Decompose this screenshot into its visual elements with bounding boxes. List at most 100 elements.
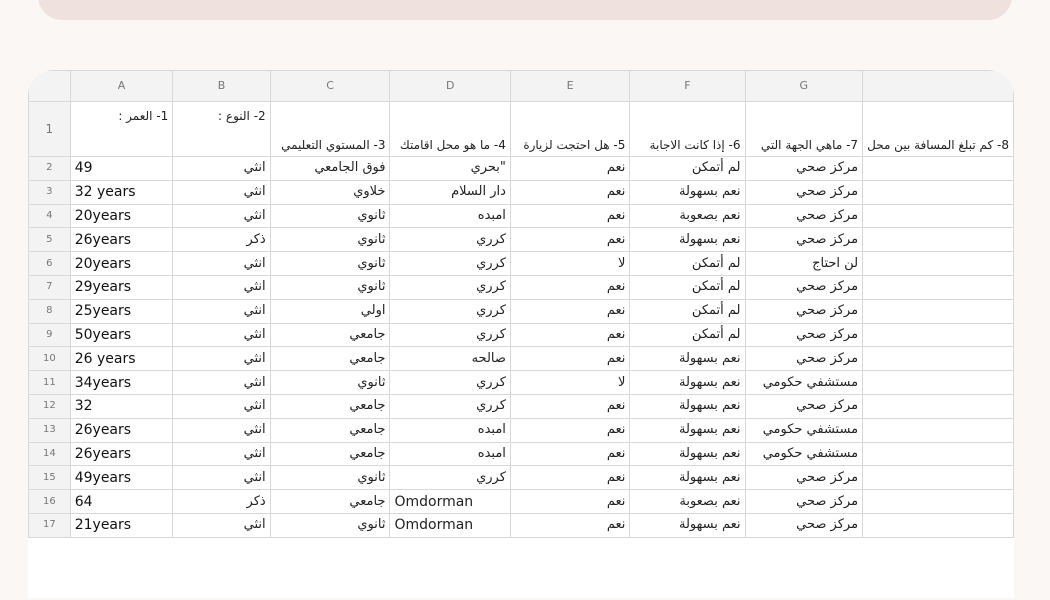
cell-f[interactable]: نعم بسهولة <box>629 227 746 253</box>
cell-f[interactable]: نعم بصعوبة <box>629 489 746 514</box>
cell-f[interactable]: نعم بسهولة <box>629 346 746 372</box>
cell-e[interactable]: نعم <box>509 393 631 419</box>
cell-c[interactable]: جامعي <box>269 322 391 348</box>
cell-a[interactable]: 20years <box>69 203 174 229</box>
cell-a[interactable]: 26years <box>69 227 174 253</box>
cell-b[interactable]: انثي <box>172 370 271 395</box>
cell-e[interactable]: نعم <box>509 512 631 538</box>
cell-b[interactable]: انثي <box>172 156 271 181</box>
cell-b[interactable]: انثي <box>172 251 271 276</box>
cell-f[interactable]: لم أتمكن <box>629 322 746 348</box>
row-header[interactable]: 5 <box>28 227 71 253</box>
cell-e[interactable]: نعم <box>509 156 631 181</box>
cell-b[interactable]: ذكر <box>172 227 271 253</box>
cell-b[interactable]: انثي <box>172 441 271 467</box>
cell-c[interactable]: فوق الجامعي <box>269 156 391 181</box>
cell-a1[interactable]: 1- العمر : <box>69 101 174 157</box>
row-header-1[interactable]: 1 <box>28 101 71 157</box>
cell-c[interactable]: جامعي <box>269 417 391 443</box>
cell-c[interactable]: جامعي <box>269 489 391 514</box>
cell-a[interactable]: 25years <box>69 298 174 324</box>
column-header-g[interactable]: G <box>744 70 864 102</box>
cell-c[interactable]: ثانوي <box>269 251 391 276</box>
cell-h[interactable] <box>862 298 1014 324</box>
row-header[interactable]: 17 <box>28 512 71 538</box>
cell-e[interactable]: نعم <box>509 179 631 205</box>
cell-c[interactable]: ثانوي <box>269 227 391 253</box>
cell-h[interactable] <box>862 179 1014 205</box>
cell-f[interactable]: نعم بسهولة <box>629 512 746 538</box>
cell-d[interactable]: كرري <box>389 370 511 395</box>
cell-e1[interactable]: 5- هل احتجت لزيارة <box>509 101 631 157</box>
cell-a[interactable]: 21years <box>69 512 174 538</box>
cell-g[interactable]: مركز صحي <box>744 393 864 419</box>
cell-a[interactable]: 29years <box>69 274 174 300</box>
cell-e[interactable]: نعم <box>509 489 631 514</box>
column-header-c[interactable]: C <box>269 70 391 102</box>
row-header[interactable]: 14 <box>28 441 71 467</box>
cell-a[interactable]: 49 <box>69 156 174 181</box>
cell-f[interactable]: لم أتمكن <box>629 298 746 324</box>
cell-c[interactable]: جامعي <box>269 393 391 419</box>
row-header[interactable]: 7 <box>28 274 71 300</box>
cell-h[interactable] <box>862 251 1014 276</box>
cell-e[interactable]: نعم <box>509 441 631 467</box>
cell-h[interactable] <box>862 203 1014 229</box>
cell-c[interactable]: جامعي <box>269 346 391 372</box>
cell-a[interactable]: 32 years <box>69 179 174 205</box>
cell-b[interactable]: انثي <box>172 346 271 372</box>
cell-a[interactable]: 26 years <box>69 346 174 372</box>
cell-g[interactable]: مستشفي حكومي <box>744 441 864 467</box>
cell-b[interactable]: انثي <box>172 393 271 419</box>
cell-g1[interactable]: 7- ماهي الجهة التي <box>744 101 864 157</box>
cell-e[interactable]: نعم <box>509 298 631 324</box>
cell-f[interactable]: نعم بسهولة <box>629 393 746 419</box>
cell-d[interactable]: كرري <box>389 322 511 348</box>
cell-d[interactable]: امبده <box>389 441 511 467</box>
cell-a[interactable]: 64 <box>69 489 174 514</box>
cell-d[interactable]: امبده <box>389 417 511 443</box>
cell-e[interactable]: نعم <box>509 346 631 372</box>
cell-g[interactable]: مركز صحي <box>744 227 864 253</box>
cell-a[interactable]: 34years <box>69 370 174 395</box>
cell-g[interactable]: مركز صحي <box>744 489 864 514</box>
cell-h[interactable] <box>862 465 1014 491</box>
cell-h[interactable] <box>862 156 1014 181</box>
cell-g[interactable]: مركز صحي <box>744 203 864 229</box>
cell-c1[interactable]: 3- المستوي التعليمي <box>269 101 391 157</box>
cell-c[interactable]: اولي <box>269 298 391 324</box>
cell-h[interactable] <box>862 370 1014 395</box>
cell-b[interactable]: انثي <box>172 179 271 205</box>
cell-g[interactable]: مركز صحي <box>744 322 864 348</box>
column-header-d[interactable]: D <box>389 70 511 102</box>
cell-g[interactable]: لن احتاج <box>744 251 864 276</box>
cell-b[interactable]: انثي <box>172 417 271 443</box>
row-header[interactable]: 4 <box>28 203 71 229</box>
cell-g[interactable]: مركز صحي <box>744 298 864 324</box>
column-header-f[interactable]: F <box>629 70 746 102</box>
column-header-a[interactable]: A <box>69 70 174 102</box>
cell-h[interactable] <box>862 512 1014 538</box>
column-header-h[interactable] <box>862 70 1014 102</box>
cell-f[interactable]: نعم بصعوبة <box>629 203 746 229</box>
cell-c[interactable]: ثانوي <box>269 512 391 538</box>
cell-c[interactable]: ثانوي <box>269 203 391 229</box>
row-header[interactable]: 8 <box>28 298 71 324</box>
cell-g[interactable]: مركز صحي <box>744 156 864 181</box>
cell-g[interactable]: مركز صحي <box>744 346 864 372</box>
cell-a[interactable]: 20years <box>69 251 174 276</box>
cell-b[interactable]: انثي <box>172 322 271 348</box>
cell-d[interactable]: كرري <box>389 251 511 276</box>
cell-f[interactable]: لم أتمكن <box>629 274 746 300</box>
cell-h[interactable] <box>862 274 1014 300</box>
row-header[interactable]: 13 <box>28 417 71 443</box>
row-header[interactable]: 15 <box>28 465 71 491</box>
cell-e[interactable]: نعم <box>509 465 631 491</box>
cell-c[interactable]: جامعي <box>269 441 391 467</box>
cell-h[interactable] <box>862 346 1014 372</box>
cell-f[interactable]: لم أتمكن <box>629 156 746 181</box>
cell-e[interactable]: لا <box>509 251 631 276</box>
cell-b[interactable]: انثي <box>172 274 271 300</box>
cell-a[interactable]: 26years <box>69 417 174 443</box>
cell-c[interactable]: خلاوي <box>269 179 391 205</box>
